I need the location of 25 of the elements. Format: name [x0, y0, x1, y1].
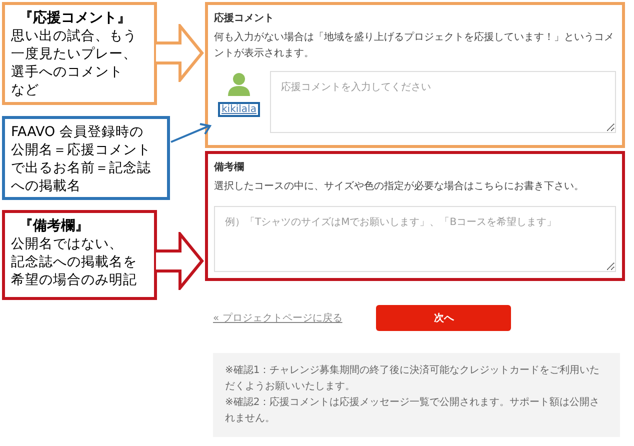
- back-link[interactable]: « プロジェクトページに戻る: [213, 311, 342, 325]
- remarks-field[interactable]: 例）「TシャツのサイズはMでお願いします」、「Bコースを希望します」: [214, 206, 616, 272]
- callout-text: 公開名ではない、: [11, 235, 123, 253]
- user-avatar-icon: [227, 72, 251, 96]
- section-title: 備考欄: [214, 160, 245, 174]
- note-text: ※確認2：応援コメントは応援メッセージ一覧で公開されます。サポート額は公開されません。: [225, 396, 601, 426]
- callout-text: 記念誌への掲載名を: [11, 253, 137, 271]
- callout-text: 希望の場合のみ明記: [11, 271, 137, 289]
- callout-text: など: [11, 81, 39, 99]
- callout-title: 『応援コメント』: [18, 9, 132, 27]
- callout-text: への掲載名: [11, 177, 81, 195]
- callout-title: 『備考欄』: [18, 217, 90, 235]
- callout-text: で出るお名前＝記念誌: [11, 159, 151, 177]
- section-title: 応援コメント: [214, 11, 275, 25]
- next-button[interactable]: 次へ: [376, 305, 512, 331]
- user-name-link[interactable]: kikilala: [218, 102, 260, 117]
- callout-text: 一度見たいプレー、: [11, 45, 137, 63]
- callout-text: 公開名＝応援コメント: [11, 141, 151, 159]
- callout-text: 思い出の試合、もう: [11, 27, 137, 45]
- comment-field[interactable]: 応援コメントを入力してください: [270, 71, 616, 133]
- section-description: 何も入力がない場合は「地域を盛り上げるプロジェクトを応援しています！」というコメントが表示されます。: [214, 30, 615, 61]
- callout-text: 選手へのコメント: [11, 63, 123, 81]
- section-description: 選択したコースの中に、サイズや色の指定が必要な場合はこちらにお書き下さい。: [214, 180, 585, 194]
- callout-text: FAAVO 会員登録時の: [11, 123, 144, 141]
- note-text: ※確認1：チャレンジ募集期間の終了後に決済可能なクレジットカードをご利用いただくようお願いいたします。: [225, 364, 601, 394]
